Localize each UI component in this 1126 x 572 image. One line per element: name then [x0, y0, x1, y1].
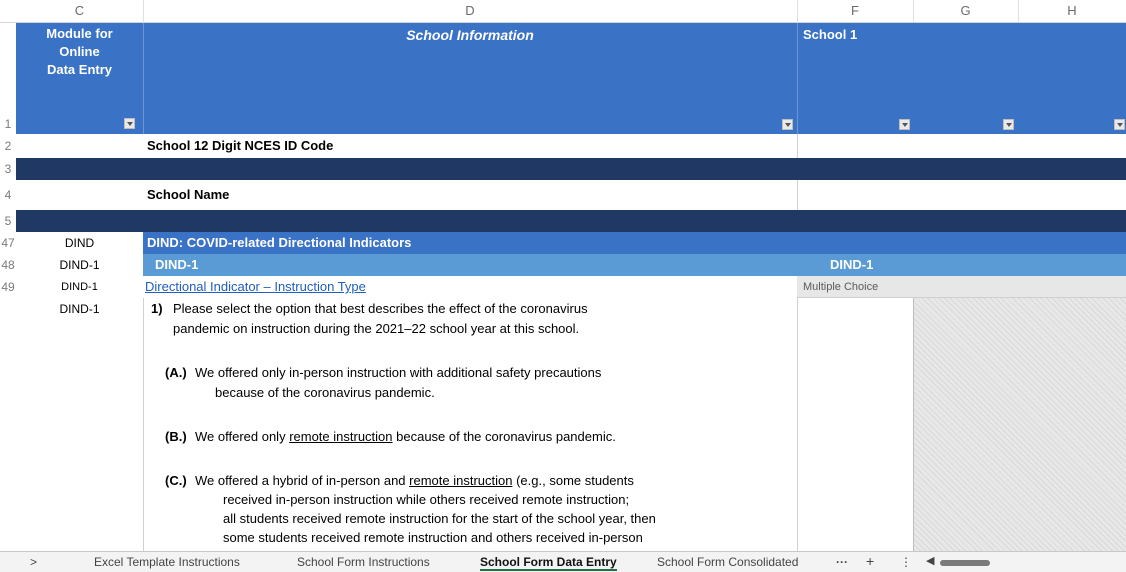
row-number-1[interactable]: 1 — [0, 114, 16, 134]
row-number-49[interactable]: 49 — [0, 276, 16, 298]
tab-school-form-data-entry[interactable]: School Form Data Entry — [480, 555, 617, 571]
item-band — [143, 254, 1126, 276]
filter-dropdown-icon[interactable] — [124, 118, 135, 129]
module-code-cell[interactable]: DIND-1 — [16, 276, 143, 298]
row-number-47[interactable]: 47 — [0, 232, 16, 254]
section-title: DIND: COVID-related Directional Indicato… — [147, 235, 412, 250]
answer-input-cell[interactable] — [797, 298, 913, 551]
school-name-input-cell[interactable] — [797, 180, 1126, 210]
scroll-left-arrow-icon[interactable]: ◀ — [926, 554, 934, 567]
nces-id-input-cell[interactable] — [797, 134, 1126, 158]
separator-band — [16, 158, 1126, 180]
option-c-text: We offered a hybrid of in-person and rem… — [195, 472, 634, 490]
option-b-text-part: We offered only — [195, 429, 290, 444]
separator-band — [16, 210, 1126, 232]
filter-dropdown-icon[interactable] — [899, 119, 910, 130]
spreadsheet: C D F G H 1 2 3 4 5 47 48 49 Module for … — [0, 0, 1126, 572]
column-f-header[interactable]: F — [797, 0, 914, 22]
option-c-text: received in-person instruction while oth… — [223, 492, 630, 507]
school-name-label: School Name — [147, 187, 230, 202]
option-c-text-part: (e.g., some students — [512, 473, 634, 488]
remote-instruction-term: remote instruction — [289, 429, 393, 444]
option-c-text: some students received remote instructio… — [223, 530, 643, 545]
column-d-header[interactable]: D — [143, 0, 798, 22]
option-c-label: (C.) — [165, 473, 187, 488]
row-number-3[interactable]: 3 — [0, 158, 16, 180]
disabled-cell-area — [913, 298, 1126, 551]
column-divider — [143, 298, 144, 551]
module-code-cell[interactable]: DIND-1 — [16, 254, 143, 276]
horizontal-scrollbar-thumb[interactable] — [940, 560, 990, 566]
school-information-header: School Information — [406, 27, 534, 43]
item-title: DIND-1 — [155, 257, 199, 272]
module-header-label: Module for Online Data Entry — [46, 26, 113, 77]
tab-scroll-prev-button[interactable]: > — [30, 555, 37, 569]
option-b-text: We offered only remote instruction becau… — [195, 428, 616, 446]
option-c-text-part: We offered a hybrid of in-person and — [195, 473, 410, 488]
directional-indicator-link[interactable]: Directional Indicator – Instruction Type — [145, 276, 366, 298]
row-number-48[interactable]: 48 — [0, 254, 16, 276]
nces-id-label: School 12 Digit NCES ID Code — [147, 138, 334, 153]
filter-dropdown-icon[interactable] — [782, 119, 793, 130]
tab-options-icon[interactable]: ⋮ — [900, 555, 912, 569]
column-c-header[interactable]: C — [16, 0, 144, 22]
filter-dropdown-icon[interactable] — [1003, 119, 1014, 130]
more-tabs-button[interactable]: ··· — [836, 555, 848, 569]
school-item-title: DIND-1 — [830, 257, 874, 272]
filter-dropdown-icon[interactable] — [1114, 119, 1125, 130]
sheet-tab-bar: > Excel Template Instructions School For… — [0, 551, 1126, 572]
option-a-text: We offered only in-person instruction wi… — [195, 365, 602, 380]
tab-school-form-instructions[interactable]: School Form Instructions — [297, 555, 430, 569]
add-sheet-button[interactable]: + — [866, 553, 874, 569]
option-a-label: (A.) — [165, 365, 187, 380]
school-1-header: School 1 — [803, 27, 858, 42]
module-code-cell[interactable]: DIND — [16, 232, 143, 254]
column-g-header[interactable]: G — [913, 0, 1019, 22]
question-text: Please select the option that best descr… — [173, 301, 588, 316]
response-type-label: Multiple Choice — [803, 281, 879, 293]
row-number-4[interactable]: 4 — [0, 180, 16, 210]
question-number: 1) — [151, 301, 163, 316]
question-text: pandemic on instruction during the 2021–… — [173, 321, 580, 336]
option-a-text: because of the coronavirus pandemic. — [215, 385, 435, 400]
module-code-cell[interactable]: DIND-1 — [16, 300, 143, 318]
option-b-text-part: because of the coronavirus pandemic. — [392, 429, 616, 444]
row-number-2[interactable]: 2 — [0, 134, 16, 158]
header-divider — [797, 23, 798, 134]
option-c-text: all students received remote instruction… — [223, 511, 656, 526]
column-header-bar: C D F G H — [0, 0, 1126, 23]
header-divider — [143, 23, 144, 134]
column-h-header[interactable]: H — [1018, 0, 1126, 22]
row-number-5[interactable]: 5 — [0, 210, 16, 232]
tab-school-form-consolidated[interactable]: School Form Consolidated — [657, 555, 798, 569]
option-b-label: (B.) — [165, 429, 187, 444]
remote-instruction-term: remote instruction — [409, 473, 513, 488]
tab-excel-template-instructions[interactable]: Excel Template Instructions — [94, 555, 240, 569]
